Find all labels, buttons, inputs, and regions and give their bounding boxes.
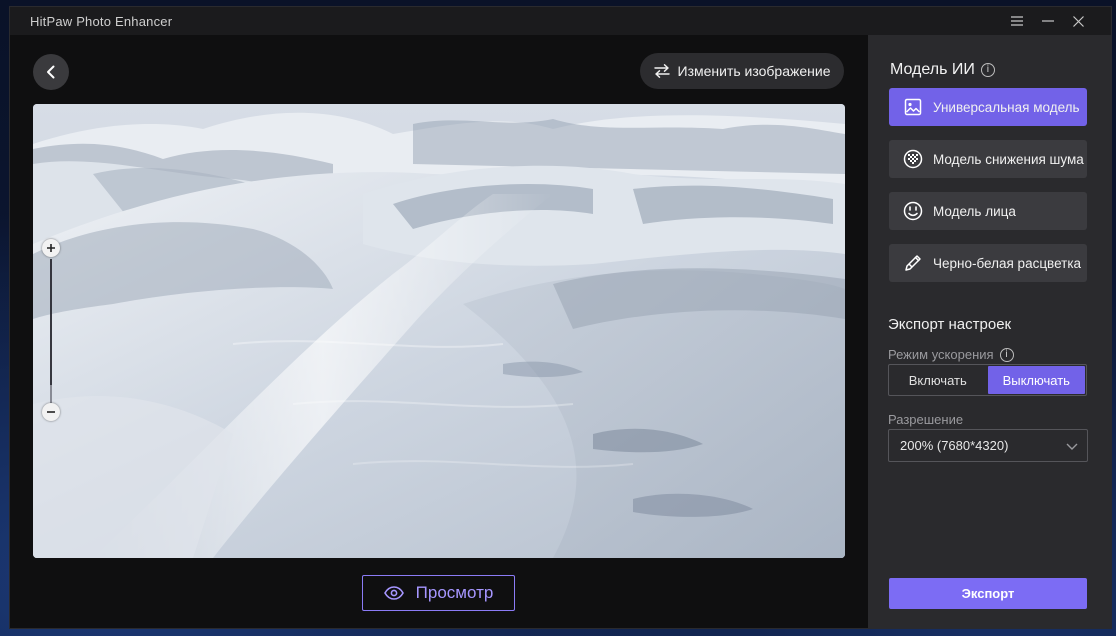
- resolution-select[interactable]: 200% (7680*4320): [888, 429, 1088, 462]
- canvas-area: Изменить изображение Просмотр: [10, 35, 868, 628]
- change-image-button[interactable]: Изменить изображение: [640, 53, 844, 89]
- model-universal-button[interactable]: Универсальная модель: [889, 88, 1087, 126]
- zoom-level: [50, 259, 52, 385]
- resolution-value: 200% (7680*4320): [900, 438, 1009, 453]
- colorize-icon: [903, 253, 923, 273]
- zoom-in-button[interactable]: [42, 239, 60, 257]
- model-label: Модель лица: [933, 203, 1016, 219]
- app-title: HitPaw Photo Enhancer: [30, 14, 173, 29]
- change-image-label: Изменить изображение: [677, 63, 831, 79]
- info-icon[interactable]: i: [980, 63, 995, 77]
- chevron-left-icon: [47, 65, 55, 79]
- face-icon: [903, 201, 923, 221]
- info-icon[interactable]: i: [999, 347, 1014, 362]
- export-button[interactable]: Экспорт: [889, 578, 1087, 609]
- menu-icon[interactable]: [1008, 12, 1026, 30]
- image-icon: [903, 97, 923, 117]
- swap-arrows-icon: [653, 64, 670, 78]
- chevron-down-icon: [1066, 443, 1078, 450]
- export-settings-heading: Экспорт настроек: [888, 316, 1012, 333]
- minus-icon: [47, 411, 55, 413]
- settings-panel: Модель ИИ i Универсальная модель Модель …: [868, 35, 1111, 628]
- snowy-mountain-image: [33, 104, 845, 558]
- ai-model-heading-text: Модель ИИ: [890, 61, 975, 78]
- zoom-slider[interactable]: [41, 239, 61, 425]
- plus-icon: [47, 244, 55, 252]
- model-label: Модель снижения шума: [933, 151, 1084, 167]
- preview-button[interactable]: Просмотр: [362, 575, 515, 611]
- app-window: HitPaw Photo Enhancer Изменить изображен…: [9, 6, 1112, 629]
- eye-icon: [383, 586, 404, 600]
- minimize-icon[interactable]: [1039, 12, 1057, 30]
- zoom-out-button[interactable]: [42, 403, 60, 421]
- back-button[interactable]: [33, 54, 69, 90]
- acceleration-off-option[interactable]: Выключать: [987, 366, 1085, 394]
- acceleration-on-option[interactable]: Включать: [889, 365, 987, 395]
- model-face-button[interactable]: Модель лица: [889, 192, 1087, 230]
- title-bar: HitPaw Photo Enhancer: [10, 7, 1111, 35]
- model-label: Универсальная модель: [933, 99, 1080, 115]
- preview-label: Просмотр: [415, 583, 494, 602]
- model-noise-reduction-button[interactable]: Модель снижения шума: [889, 140, 1087, 178]
- acceleration-label: Режим ускорения: [888, 347, 994, 362]
- acceleration-toggle: Включать Выключать: [888, 364, 1087, 396]
- model-label: Черно-белая расцветка: [933, 255, 1082, 271]
- close-icon[interactable]: [1069, 12, 1087, 30]
- ai-model-heading: Модель ИИ i: [890, 61, 995, 79]
- acceleration-label-row: Режим ускорения i: [888, 347, 1014, 362]
- resolution-label: Разрешение: [888, 412, 964, 427]
- image-preview[interactable]: [33, 104, 845, 558]
- model-colorize-button[interactable]: Черно-белая расцветка: [889, 244, 1087, 282]
- noise-reduction-icon: [903, 149, 923, 169]
